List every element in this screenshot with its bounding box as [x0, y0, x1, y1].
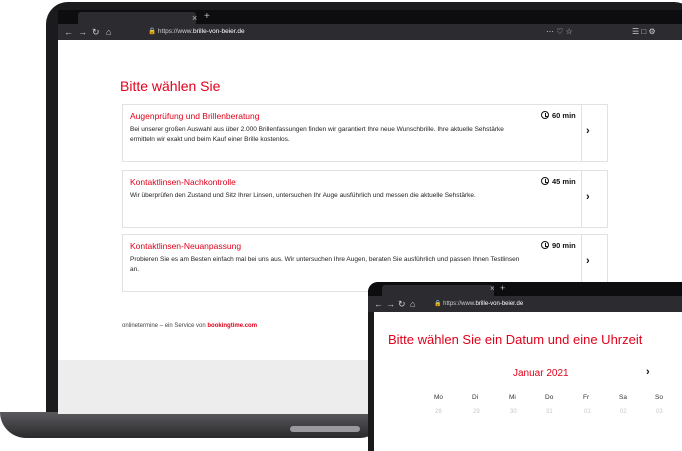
url-host: brille-von-beier.de: [475, 301, 524, 307]
calendar-day: 03: [656, 409, 663, 415]
close-tab-icon[interactable]: ×: [192, 12, 197, 24]
card-divider: [581, 171, 582, 227]
lock-icon: 🔒: [148, 28, 157, 35]
service-name: Kontaktlinsen-Nachkontrolle: [130, 177, 236, 187]
service-description: Wir überprüfen den Zustand und Sitz Ihre…: [130, 192, 476, 199]
home-icon[interactable]: ⌂: [410, 296, 415, 312]
weekday-label: Sa: [619, 394, 627, 401]
clock-icon: [541, 177, 549, 185]
card-divider: [581, 105, 582, 161]
page-actions-icon[interactable]: ⋯ ♡ ☆: [546, 24, 573, 40]
page-title: Bitte wählen Sie ein Datum und eine Uhrz…: [388, 332, 643, 347]
close-tab-icon[interactable]: ×: [490, 284, 495, 293]
laptop-notch: [290, 426, 360, 432]
browser-tab[interactable]: ×: [382, 284, 495, 296]
reload-icon[interactable]: ↻: [92, 24, 100, 40]
browser-tab[interactable]: ×: [78, 12, 197, 24]
service-description: Probieren Sie es am Besten einfach mal b…: [130, 256, 520, 273]
month-label: Januar 2021: [513, 368, 569, 379]
address-bar[interactable]: 🔒 https://www.brille-von-beier.de: [434, 299, 523, 309]
url-prefix: https://www.: [443, 301, 476, 307]
page-title: Bitte wählen Sie: [120, 78, 221, 94]
service-card[interactable]: Augenprüfung und Brillenberatung Bei uns…: [122, 104, 608, 162]
service-name: Augenprüfung und Brillenberatung: [130, 111, 260, 121]
new-tab-icon[interactable]: +: [500, 283, 505, 293]
calendar-day: 30: [510, 409, 517, 415]
chevron-right-icon[interactable]: ›: [586, 125, 590, 137]
calendar-day: 01: [584, 409, 591, 415]
service-card[interactable]: Kontaktlinsen-Nachkontrolle Wir überprüf…: [122, 170, 608, 228]
weekday-label: Di: [472, 394, 479, 401]
page-footer: onlinetermine – ein Service von bookingt…: [122, 323, 257, 329]
service-name: Kontaktlinsen-Neuanpassung: [130, 241, 242, 251]
lock-icon: 🔒: [434, 301, 442, 307]
reload-icon[interactable]: ↻: [398, 296, 406, 312]
clock-icon: [541, 111, 549, 119]
url-prefix: https://www.: [157, 28, 193, 35]
service-duration: 60 min: [541, 111, 576, 120]
service-duration: 90 min: [541, 241, 576, 250]
new-tab-icon[interactable]: +: [204, 11, 210, 23]
weekday-label: Mo: [434, 394, 444, 401]
footer-brand-link[interactable]: bookingtime.com: [207, 323, 257, 329]
service-duration: 45 min: [541, 177, 576, 186]
clock-icon: [541, 241, 549, 249]
next-month-icon[interactable]: ›: [646, 366, 650, 378]
service-description: Bei unserer großen Auswahl aus über 2.00…: [130, 126, 504, 143]
forward-icon[interactable]: →: [78, 24, 87, 40]
back-icon[interactable]: ←: [374, 296, 383, 312]
tab-strip: × +: [368, 282, 682, 296]
laptop-base: [0, 412, 380, 438]
back-icon[interactable]: ←: [64, 24, 73, 40]
forward-icon[interactable]: →: [386, 296, 395, 312]
address-bar[interactable]: 🔒 https://www.brille-von-beier.de: [148, 27, 548, 37]
calendar-day: 28: [435, 409, 442, 415]
home-icon[interactable]: ⌂: [106, 24, 111, 40]
footer-text: onlinetermine – ein Service von: [122, 323, 208, 329]
device-mockup: × + ← → ↻ ⌂ 🔒 https://www.brille-von-bei…: [0, 0, 682, 451]
calendar-day: 29: [473, 409, 480, 415]
weekday-label: So: [655, 394, 663, 401]
calendar-day: 31: [546, 409, 553, 415]
browser-toolbar: ← → ↻ ⌂ 🔒 https://www.brille-von-beier.d…: [368, 296, 682, 312]
chevron-right-icon[interactable]: ›: [586, 191, 590, 203]
weekday-label: Mi: [509, 394, 516, 401]
browser-toolbar: ← → ↻ ⌂ 🔒 https://www.brille-von-beier.d…: [58, 24, 682, 40]
toolbar-extensions-icon[interactable]: ☰ □ ⚙: [632, 24, 656, 40]
weekday-label: Do: [545, 394, 554, 401]
calendar-browser-window: × + ← → ↻ ⌂ 🔒 https://www.brille-von-bei…: [368, 282, 682, 451]
url-host: brille-von-beier.de: [192, 28, 245, 35]
chevron-right-icon[interactable]: ›: [586, 255, 590, 267]
calendar-day: 02: [620, 409, 627, 415]
weekday-label: Fr: [583, 394, 590, 401]
tab-strip: × +: [58, 10, 682, 24]
